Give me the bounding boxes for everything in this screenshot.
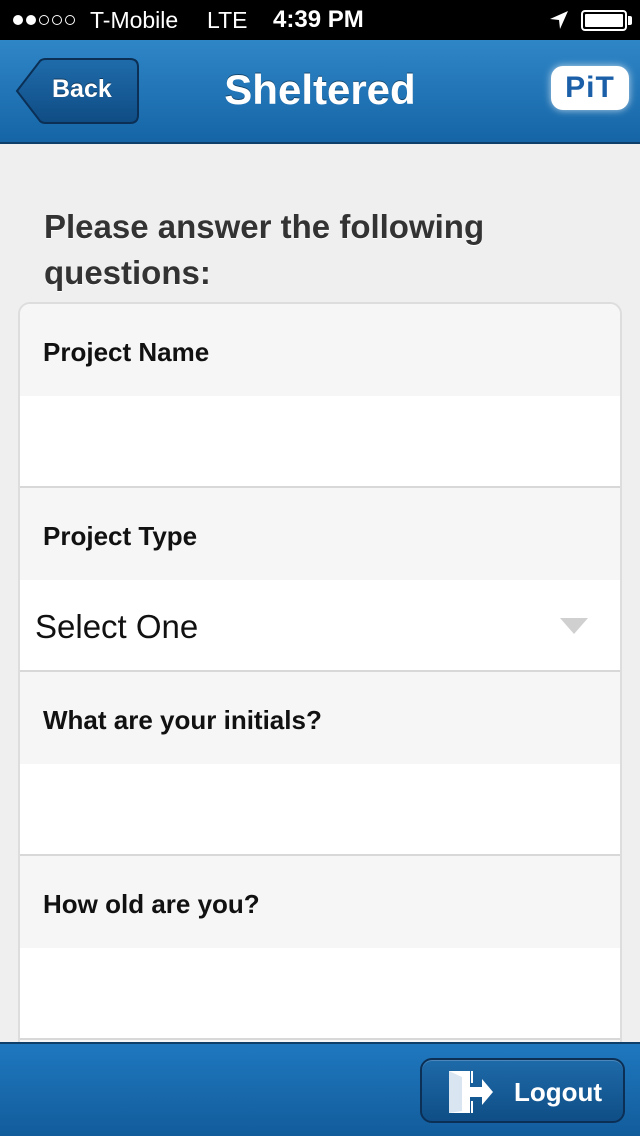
logout-button[interactable]: Logout bbox=[420, 1058, 625, 1123]
battery-tip bbox=[628, 16, 632, 25]
content-area: Please answer the following questions: P… bbox=[0, 146, 640, 1042]
navigation-bar: Back Sheltered PiT bbox=[0, 40, 640, 144]
pit-logo: PiT bbox=[551, 66, 629, 110]
dropdown-arrow-icon bbox=[560, 618, 588, 634]
project-type-select[interactable]: Select One bbox=[20, 580, 620, 672]
battery-icon bbox=[581, 10, 627, 31]
age-input[interactable] bbox=[20, 948, 620, 1040]
project-type-selected-value: Select One bbox=[35, 608, 199, 645]
logout-label: Logout bbox=[514, 1077, 603, 1107]
project-type-label: Project Type bbox=[20, 488, 620, 580]
network-type: LTE bbox=[207, 7, 248, 33]
location-arrow-icon bbox=[550, 11, 568, 29]
intro-text: Please answer the following questions: bbox=[44, 208, 485, 291]
signal-strength-icon bbox=[13, 0, 75, 40]
initials-input[interactable] bbox=[20, 764, 620, 856]
page-title: Sheltered bbox=[224, 66, 416, 113]
bottom-toolbar: Logout bbox=[0, 1042, 640, 1136]
status-time: 4:39 PM bbox=[273, 6, 364, 33]
carrier-name: T-Mobile bbox=[90, 7, 179, 33]
status-bar: T-Mobile LTE 4:39 PM bbox=[0, 0, 640, 40]
initials-label: What are your initials? bbox=[20, 672, 620, 764]
question-form: Project Name Project Type Select One Wha… bbox=[18, 302, 622, 1042]
age-label: How old are you? bbox=[20, 856, 620, 948]
logout-door-icon bbox=[449, 1071, 493, 1113]
project-name-input[interactable] bbox=[20, 396, 620, 488]
project-name-label: Project Name bbox=[20, 304, 620, 396]
